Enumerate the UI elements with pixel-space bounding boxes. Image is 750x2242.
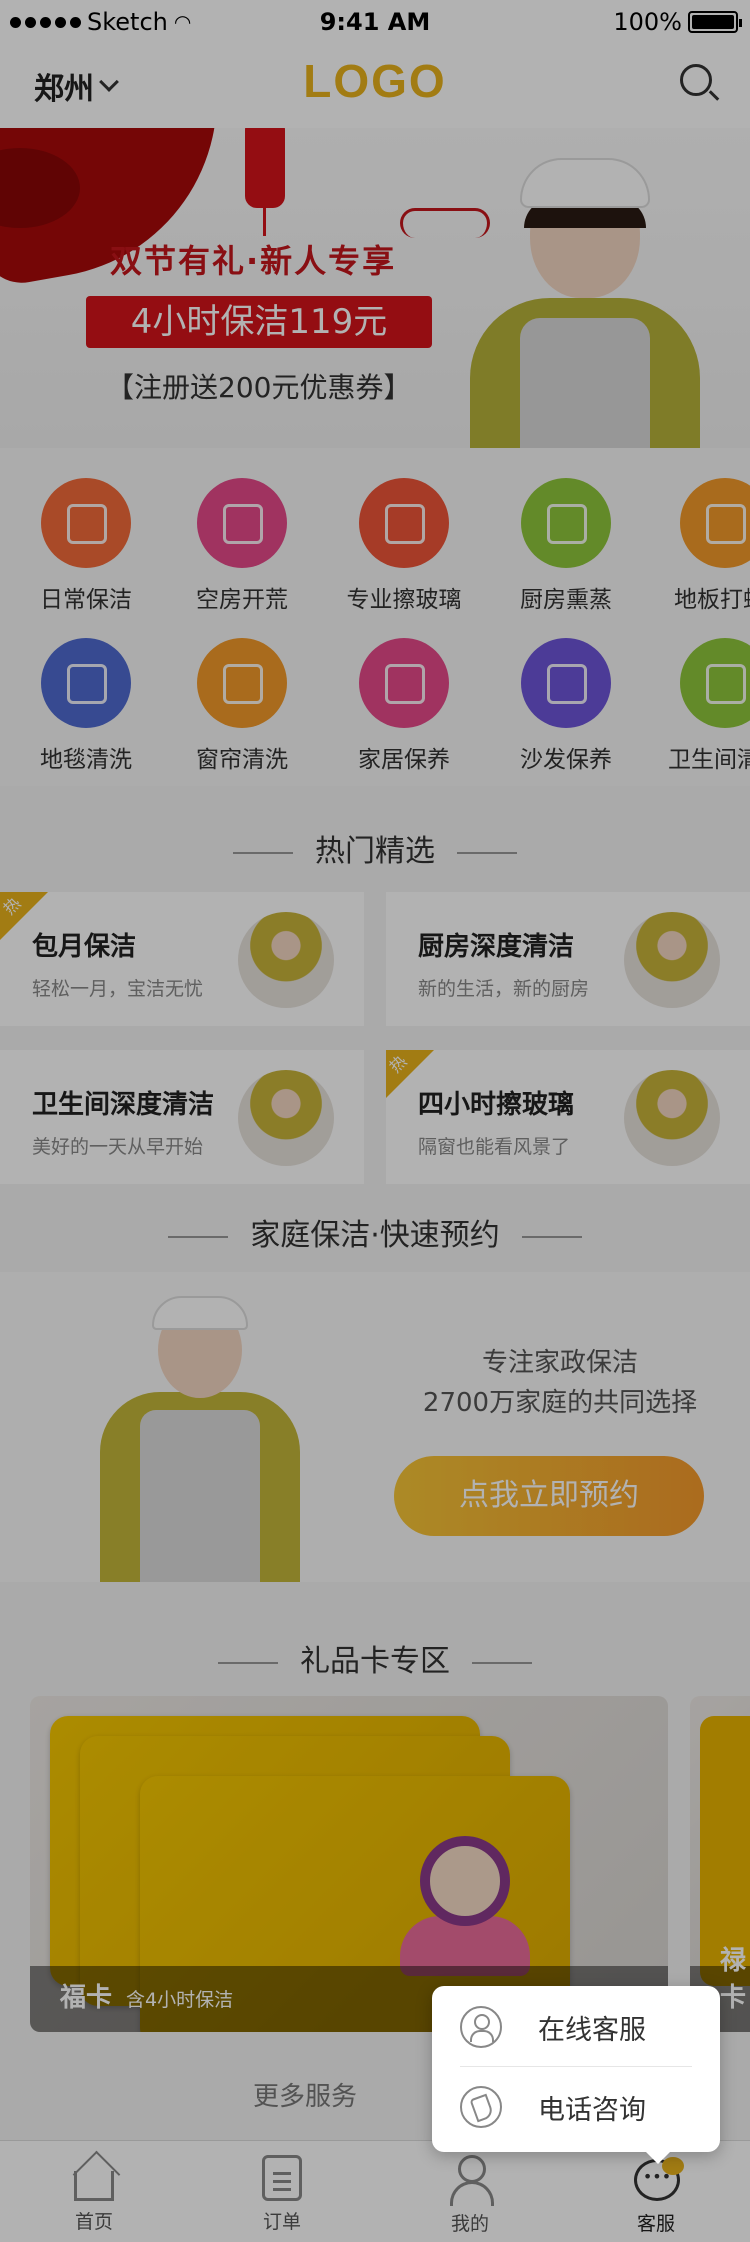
phone-icon	[460, 2086, 502, 2128]
popup-item-label: 在线客服	[538, 2014, 646, 2046]
online-service-item[interactable]: 在线客服	[432, 1988, 720, 2066]
popup-item-label: 电话咨询	[538, 2094, 646, 2126]
customer-service-popup: 在线客服 电话咨询	[432, 1986, 720, 2164]
person-icon	[460, 2006, 502, 2048]
phone-consult-item[interactable]: 电话咨询	[432, 2068, 720, 2146]
divider	[460, 2066, 692, 2067]
app-screen: Sketch ◠ 9:41 AM 100% 郑州 LOGO 双节有礼·新人专享 …	[0, 0, 750, 2242]
modal-overlay[interactable]	[0, 0, 750, 2242]
